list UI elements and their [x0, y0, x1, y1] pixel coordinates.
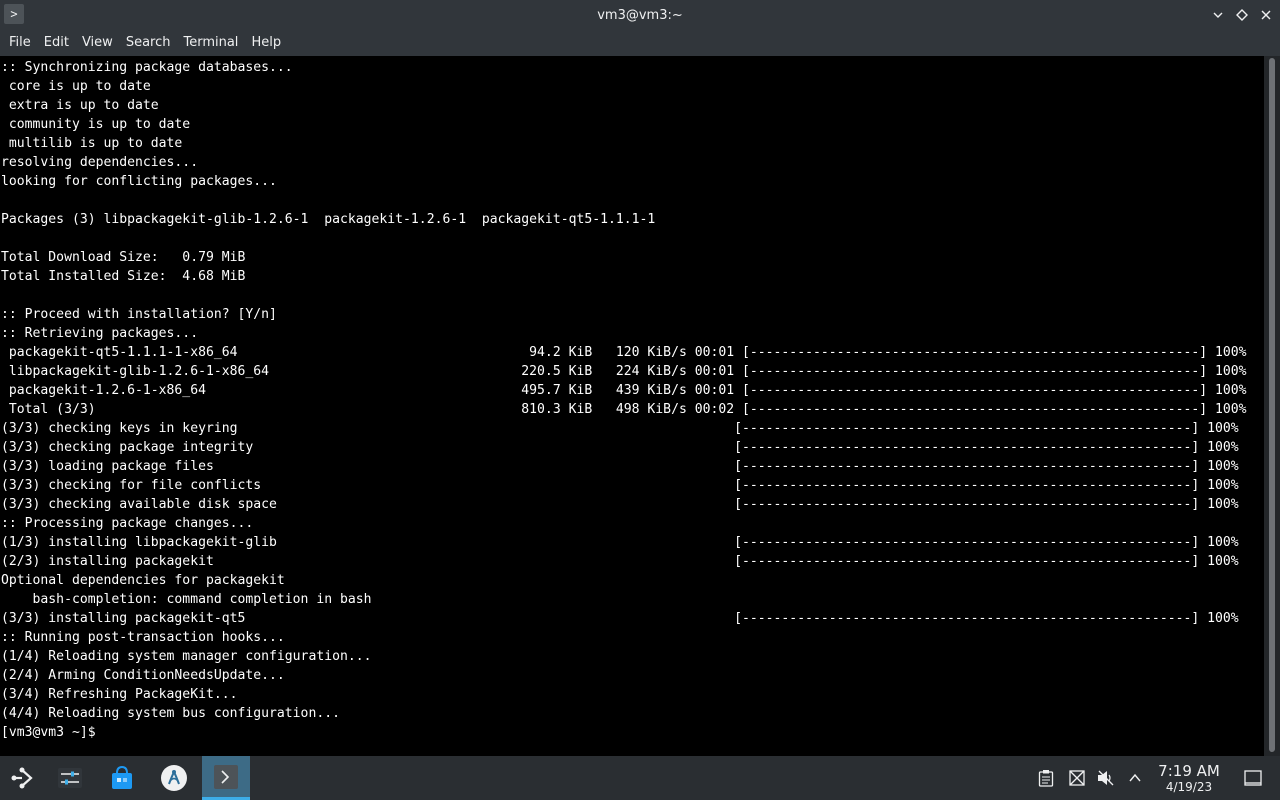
terminal-line: (3/3) checking for file conflicts [-----…	[1, 478, 1239, 493]
terminal-line: bash-completion: command completion in b…	[1, 592, 372, 607]
terminal-line: resolving dependencies...	[1, 155, 199, 170]
clock-date: 4/19/23	[1165, 780, 1213, 794]
terminal-line: :: Processing package changes...	[1, 516, 254, 531]
menu-search[interactable]: Search	[121, 30, 176, 56]
terminal-icon	[214, 764, 238, 789]
terminal-line: (1/3) installing libpackagekit-glib [---…	[1, 535, 1239, 550]
terminal-line: :: Synchronizing package databases...	[1, 60, 293, 75]
menu-bar: File Edit View Search Terminal Help	[0, 30, 1280, 56]
terminal-line: extra is up to date	[1, 98, 159, 113]
scrollbar-thumb[interactable]	[1269, 58, 1275, 752]
terminal-line: (1/4) Reloading system manager configura…	[1, 649, 372, 664]
terminal-line: (3/3) checking keys in keyring [--------…	[1, 421, 1239, 436]
chevron-down-icon	[1213, 12, 1223, 18]
tray-expand-button[interactable]	[1125, 768, 1145, 788]
diamond-icon	[1236, 9, 1248, 21]
menu-help[interactable]: Help	[246, 30, 286, 56]
menu-edit[interactable]: Edit	[39, 30, 74, 56]
terminal-line: (3/3) loading package files [-----------…	[1, 459, 1239, 474]
close-icon	[1261, 10, 1271, 20]
taskbar: 7:19 AM 4/19/23	[0, 756, 1280, 800]
steam-button[interactable]	[152, 756, 196, 800]
window-titlebar[interactable]: > vm3@vm3:~	[0, 0, 1280, 30]
terminal-app-icon[interactable]: >	[4, 4, 24, 24]
steam-icon	[161, 765, 187, 791]
network-tray-button[interactable]	[1067, 768, 1087, 788]
terminal-line: multilib is up to date	[1, 136, 183, 151]
menu-file[interactable]: File	[4, 30, 36, 56]
terminal-line: (4/4) Reloading system bus configuration…	[1, 706, 340, 721]
terminal-output[interactable]: :: Synchronizing package databases... co…	[0, 56, 1264, 756]
terminal-scrollbar[interactable]	[1264, 56, 1280, 756]
terminal-line: packagekit-qt5-1.1.1-1-x86_64 94.2 KiB 1…	[1, 345, 1247, 360]
network-icon	[1069, 770, 1085, 786]
digital-clock[interactable]: 7:19 AM 4/19/23	[1150, 762, 1228, 795]
settings-icon	[58, 768, 82, 788]
clipboard-icon	[1038, 770, 1054, 787]
terminal-line: Total (3/3) 810.3 KiB 498 KiB/s 00:02 [-…	[1, 402, 1247, 417]
show-desktop-icon	[1244, 770, 1262, 786]
terminal-line: Total Installed Size: 4.68 MiB	[1, 269, 246, 284]
terminal-line: (3/3) installing packagekit-qt5 [-------…	[1, 611, 1239, 626]
application-launcher-button[interactable]	[0, 756, 44, 800]
terminal-line: :: Retrieving packages...	[1, 326, 199, 341]
terminal-line: looking for conflicting packages...	[1, 174, 277, 189]
terminal-line: :: Running post-transaction hooks...	[1, 630, 285, 645]
application-launcher-icon	[11, 767, 33, 789]
volume-tray-button[interactable]	[1096, 768, 1116, 788]
terminal-line: [vm3@vm3 ~]$	[1, 725, 104, 740]
terminal-line: Optional dependencies for packagekit	[1, 573, 285, 588]
show-desktop-button[interactable]	[1243, 768, 1263, 788]
terminal-line: (3/3) checking package integrity [------…	[1, 440, 1239, 455]
menu-terminal[interactable]: Terminal	[178, 30, 243, 56]
terminal-line: packagekit-1.2.6-1-x86_64 495.7 KiB 439 …	[1, 383, 1247, 398]
close-button[interactable]	[1256, 5, 1276, 25]
terminal-line: Packages (3) libpackagekit-glib-1.2.6-1 …	[1, 212, 656, 227]
chevron-up-icon	[1129, 773, 1141, 782]
clock-time: 7:19 AM	[1158, 762, 1220, 780]
terminal-line: (3/4) Refreshing PackageKit...	[1, 687, 238, 702]
discover-store-button[interactable]	[100, 756, 144, 800]
window-controls	[1208, 0, 1276, 30]
system-settings-button[interactable]	[48, 756, 92, 800]
discover-store-icon	[112, 765, 132, 789]
terminal-task-button[interactable]	[202, 756, 250, 800]
terminal-line: community is up to date	[1, 117, 191, 132]
terminal-line: (2/4) Arming ConditionNeedsUpdate...	[1, 668, 285, 683]
menu-view[interactable]: View	[77, 30, 118, 56]
minimize-button[interactable]	[1208, 5, 1228, 25]
clipboard-tray-button[interactable]	[1036, 768, 1056, 788]
terminal-line: (3/3) checking available disk space [---…	[1, 497, 1239, 512]
terminal-line: libpackagekit-glib-1.2.6-1-x86_64 220.5 …	[1, 364, 1247, 379]
window-title: vm3@vm3:~	[597, 7, 683, 23]
terminal-line: :: Proceed with installation? [Y/n]	[1, 307, 277, 322]
terminal-line: core is up to date	[1, 79, 151, 94]
maximize-button[interactable]	[1232, 5, 1252, 25]
terminal-line: (2/3) installing packagekit [-----------…	[1, 554, 1239, 569]
volume-muted-icon	[1098, 770, 1114, 786]
terminal-line: Total Download Size: 0.79 MiB	[1, 250, 246, 265]
